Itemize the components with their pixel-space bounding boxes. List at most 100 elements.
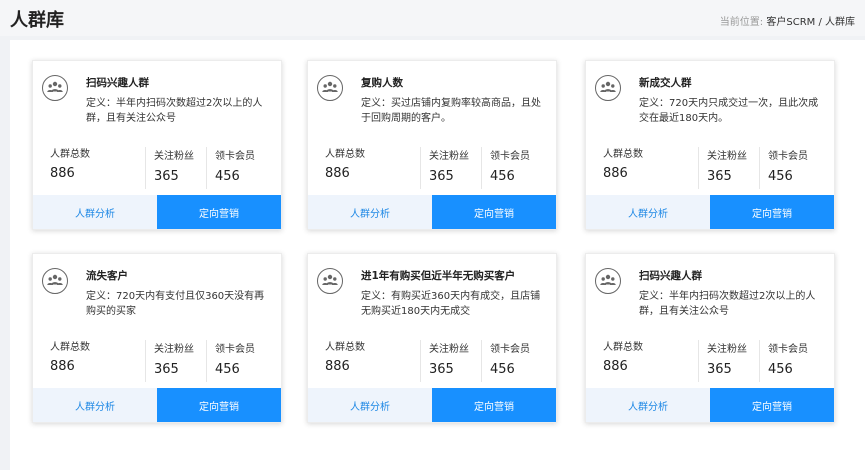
stat-members: 领卡会员 456 xyxy=(206,147,255,189)
group-icon xyxy=(595,75,621,101)
stat-total-label: 人群总数 xyxy=(603,342,643,353)
stat-fans-value: 365 xyxy=(429,169,454,184)
page-title: 人群库 xyxy=(10,10,64,31)
stat-fans-label: 关注粉丝 xyxy=(707,151,747,162)
marketing-button[interactable]: 定向营销 xyxy=(710,388,834,422)
group-icon-svg xyxy=(47,274,63,285)
stat-fans-label: 关注粉丝 xyxy=(429,151,469,162)
card-description: 定义：半年内扫码次数超过2次以上的人群，且有关注公众号 xyxy=(639,291,816,317)
group-icon xyxy=(317,75,343,101)
stat-total-value: 886 xyxy=(325,166,350,181)
stat-total-label: 人群总数 xyxy=(50,342,90,353)
stat-members-label: 领卡会员 xyxy=(215,344,255,355)
group-icon xyxy=(42,75,68,101)
stat-fans: 关注粉丝 365 xyxy=(145,340,194,382)
card-title: 复购人数 xyxy=(361,77,403,89)
stat-fans-value: 365 xyxy=(707,362,732,377)
crowd-card: 进1年有购买但近半年无购买客户定义：有购买近360天内有成交，且店铺无购买近18… xyxy=(307,253,557,423)
stat-members-value: 456 xyxy=(768,169,793,184)
stat-members: 领卡会员 456 xyxy=(206,340,255,382)
stat-total-value: 886 xyxy=(603,359,628,374)
stat-total: 人群总数 886 xyxy=(603,145,643,187)
stat-fans-label: 关注粉丝 xyxy=(707,344,747,355)
marketing-button[interactable]: 定向营销 xyxy=(710,195,834,229)
crowd-card: 扫码兴趣人群定义：半年内扫码次数超过2次以上的人群，且有关注公众号人群总数 886… xyxy=(32,60,282,230)
stat-fans-value: 365 xyxy=(429,362,454,377)
marketing-button[interactable]: 定向营销 xyxy=(432,195,556,229)
top-bar: 人群库 当前位置: 客户SCRM / 人群库 xyxy=(0,0,865,36)
marketing-button[interactable]: 定向营销 xyxy=(432,388,556,422)
stat-fans: 关注粉丝 365 xyxy=(420,340,469,382)
stat-members-value: 456 xyxy=(490,169,515,184)
stat-members: 领卡会员 456 xyxy=(481,147,530,189)
stat-fans-value: 365 xyxy=(154,169,179,184)
card-description: 定义：买过店铺内复购率较高商品，且处于回购周期的客户。 xyxy=(361,98,541,124)
marketing-button[interactable]: 定向营销 xyxy=(157,388,281,422)
stat-members-value: 456 xyxy=(215,362,240,377)
group-icon xyxy=(317,268,343,294)
stat-total-label: 人群总数 xyxy=(603,149,643,160)
stat-members: 领卡会员 456 xyxy=(759,340,808,382)
breadcrumb: 当前位置: 客户SCRM / 人群库 xyxy=(720,13,855,28)
stat-total-label: 人群总数 xyxy=(325,342,365,353)
stat-total-value: 886 xyxy=(50,166,75,181)
analysis-button[interactable]: 人群分析 xyxy=(308,195,432,229)
stat-fans-label: 关注粉丝 xyxy=(154,151,194,162)
stat-members: 领卡会员 456 xyxy=(481,340,530,382)
content-panel: 扫码兴趣人群 定义：半年内扫码次数超过2次以上的人群，且有关注公众号 人群总数 886… xyxy=(10,40,865,470)
card-title: 新成交人群 xyxy=(639,77,692,89)
stat-total-value: 886 xyxy=(603,166,628,181)
stat-members-label: 领卡会员 xyxy=(490,151,530,162)
stat-members-label: 领卡会员 xyxy=(768,344,808,355)
card-title: 进1年有购买但近半年无购买客户 xyxy=(361,270,516,282)
stat-total: 人群总数 886 xyxy=(50,145,90,187)
card-title: 扫码兴趣人群 xyxy=(86,77,149,89)
marketing-button[interactable]: 定向营销 xyxy=(157,195,281,229)
card-description: 定义：720天内有支付且仅360天没有再购买的买家 xyxy=(86,291,265,317)
stat-members-value: 456 xyxy=(215,169,240,184)
group-icon xyxy=(42,268,68,294)
card-description: 定义：半年内扫码次数超过2次以上的人群，且有关注公众号 xyxy=(86,98,263,124)
crowd-card: 新成交人群定义：720天内只成交过一次，且此次成交在最近180天内。人群总数 88… xyxy=(585,60,835,230)
analysis-button[interactable]: 人群分析 xyxy=(33,195,157,229)
group-icon-svg xyxy=(322,274,338,285)
card-title: 流失客户 xyxy=(86,270,128,282)
stat-members-label: 领卡会员 xyxy=(215,151,255,162)
group-icon-svg xyxy=(600,274,616,285)
stat-members-value: 456 xyxy=(768,362,793,377)
stat-members-label: 领卡会员 xyxy=(768,151,808,162)
stat-total: 人群总数 886 xyxy=(603,338,643,380)
stat-total: 人群总数 886 xyxy=(325,338,365,380)
stat-total-label: 人群总数 xyxy=(50,149,90,160)
stat-fans-value: 365 xyxy=(154,362,179,377)
group-icon-svg xyxy=(600,81,616,92)
stat-fans: 关注粉丝 365 xyxy=(420,147,469,189)
stat-total-label: 人群总数 xyxy=(325,149,365,160)
analysis-button[interactable]: 人群分析 xyxy=(586,388,710,422)
stat-fans: 关注粉丝 365 xyxy=(145,147,194,189)
stat-fans: 关注粉丝 365 xyxy=(698,340,747,382)
analysis-button[interactable]: 人群分析 xyxy=(308,388,432,422)
group-icon-svg xyxy=(47,81,63,92)
crowd-card: 复购人数定义：买过店铺内复购率较高商品，且处于回购周期的客户。人群总数 886 关注… xyxy=(307,60,557,230)
stat-members-value: 456 xyxy=(490,362,515,377)
crowd-card: 流失客户定义：720天内有支付且仅360天没有再购买的买家人群总数 886 关注粉丝… xyxy=(32,253,282,423)
group-icon-svg xyxy=(322,81,338,92)
stat-members: 领卡会员 456 xyxy=(759,147,808,189)
card-description: 定义：720天内只成交过一次，且此次成交在最近180天内。 xyxy=(639,98,819,124)
card-title: 扫码兴趣人群 xyxy=(639,270,702,282)
group-icon xyxy=(595,268,621,294)
stat-total: 人群总数 886 xyxy=(50,338,90,380)
breadcrumb-prefix: 当前位置: xyxy=(719,17,764,28)
card-description: 定义：有购买近360天内有成交，且店铺无购买近180天内无成交 xyxy=(361,291,541,317)
stat-total-value: 886 xyxy=(325,359,350,374)
stat-fans-label: 关注粉丝 xyxy=(429,344,469,355)
analysis-button[interactable]: 人群分析 xyxy=(586,195,710,229)
stat-total-value: 886 xyxy=(50,359,75,374)
stat-fans-label: 关注粉丝 xyxy=(154,344,194,355)
stat-fans-value: 365 xyxy=(707,169,732,184)
breadcrumb-path[interactable]: 客户SCRM / 人群库 xyxy=(766,17,855,28)
stat-members-label: 领卡会员 xyxy=(490,344,530,355)
analysis-button[interactable]: 人群分析 xyxy=(33,388,157,422)
stat-total: 人群总数 886 xyxy=(325,145,365,187)
